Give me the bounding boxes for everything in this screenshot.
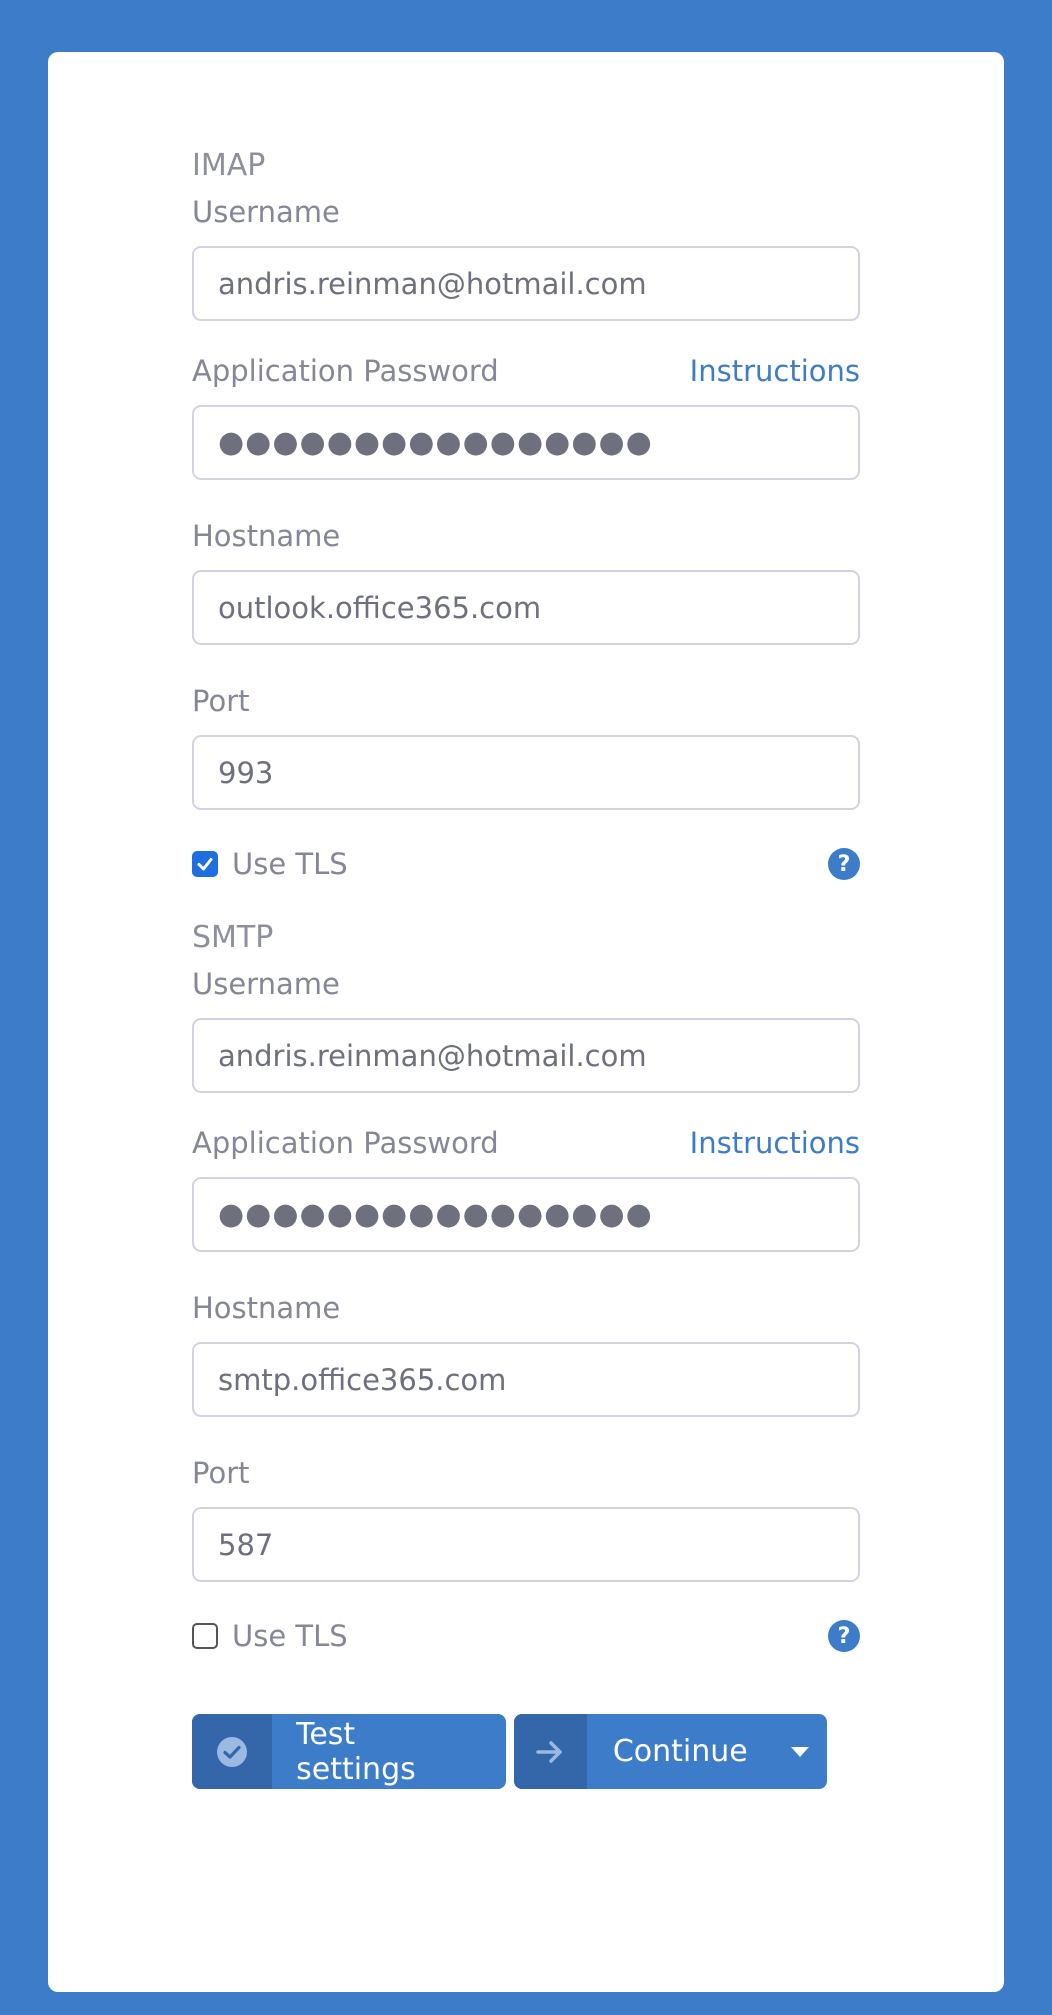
smtp-tls-row: Use TLS ? bbox=[192, 1614, 860, 1658]
imap-section: IMAP Username Application Password Instr… bbox=[192, 144, 860, 886]
imap-hostname-label: Hostname bbox=[192, 519, 341, 553]
smtp-hostname-input[interactable] bbox=[192, 1342, 860, 1417]
imap-username-label: Username bbox=[192, 195, 340, 229]
imap-port-input[interactable] bbox=[192, 735, 860, 810]
smtp-section-title: SMTP bbox=[192, 920, 274, 955]
settings-card: IMAP Username Application Password Instr… bbox=[48, 52, 1004, 1992]
smtp-username-label: Username bbox=[192, 967, 340, 1001]
imap-tls-toggle[interactable]: Use TLS bbox=[192, 847, 348, 881]
smtp-password-input[interactable] bbox=[192, 1177, 860, 1252]
imap-tls-label: Use TLS bbox=[232, 847, 348, 881]
caret-down-icon[interactable] bbox=[774, 1714, 827, 1789]
imap-password-input[interactable] bbox=[192, 405, 860, 480]
imap-section-title: IMAP bbox=[192, 148, 266, 183]
imap-username-input[interactable] bbox=[192, 246, 860, 321]
smtp-password-label-row: Application Password Instructions bbox=[192, 1121, 860, 1165]
imap-tls-row: Use TLS ? bbox=[192, 842, 860, 886]
arrow-right-icon bbox=[514, 1714, 587, 1789]
imap-tls-help-icon[interactable]: ? bbox=[828, 848, 860, 880]
smtp-username-label-row: Username bbox=[192, 962, 860, 1006]
smtp-tls-toggle[interactable]: Use TLS bbox=[192, 1619, 348, 1653]
imap-username-label-row: Username bbox=[192, 190, 860, 234]
smtp-port-label: Port bbox=[192, 1456, 250, 1490]
imap-hostname-input[interactable] bbox=[192, 570, 860, 645]
check-circle-icon bbox=[192, 1714, 273, 1789]
continue-button[interactable]: Continue bbox=[514, 1714, 827, 1789]
smtp-hostname-label-row: Hostname bbox=[192, 1286, 860, 1330]
imap-tls-checkbox[interactable] bbox=[192, 851, 218, 877]
imap-password-label: Application Password bbox=[192, 354, 499, 388]
smtp-port-label-row: Port bbox=[192, 1451, 860, 1495]
imap-port-label-row: Port bbox=[192, 679, 860, 723]
smtp-tls-checkbox[interactable] bbox=[192, 1623, 218, 1649]
smtp-username-input[interactable] bbox=[192, 1018, 860, 1093]
email-settings-form: IMAP Username Application Password Instr… bbox=[192, 144, 860, 1789]
smtp-instructions-link[interactable]: Instructions bbox=[690, 1126, 860, 1160]
imap-port-label: Port bbox=[192, 684, 250, 718]
test-settings-button[interactable]: Test settings bbox=[192, 1714, 506, 1789]
imap-hostname-label-row: Hostname bbox=[192, 514, 860, 558]
smtp-tls-help-icon[interactable]: ? bbox=[828, 1620, 860, 1652]
smtp-port-input[interactable] bbox=[192, 1507, 860, 1582]
continue-label: Continue bbox=[612, 1734, 748, 1769]
smtp-section: SMTP Username Application Password Instr… bbox=[192, 916, 860, 1658]
action-buttons: Test settings Continue bbox=[192, 1714, 860, 1789]
smtp-password-label: Application Password bbox=[192, 1126, 499, 1160]
imap-instructions-link[interactable]: Instructions bbox=[690, 354, 860, 388]
checkmark-icon bbox=[197, 858, 213, 871]
smtp-tls-label: Use TLS bbox=[232, 1619, 348, 1653]
smtp-hostname-label: Hostname bbox=[192, 1291, 341, 1325]
test-settings-label: Test settings bbox=[296, 1716, 416, 1787]
imap-password-label-row: Application Password Instructions bbox=[192, 349, 860, 393]
